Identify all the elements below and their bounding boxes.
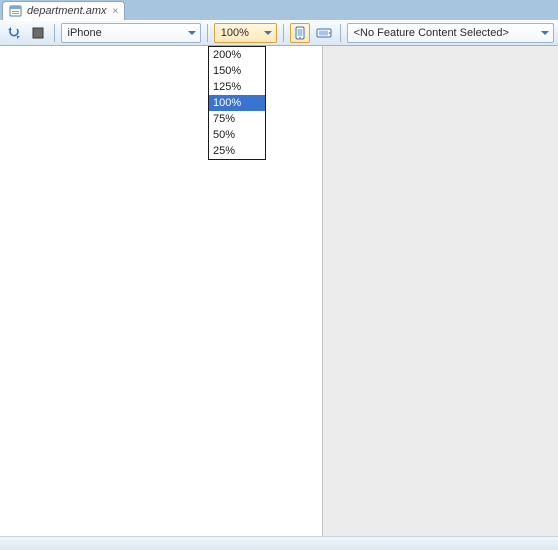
zoom-option[interactable]: 150% — [209, 63, 265, 79]
workspace: 200%150%125%100%75%50%25% — [0, 46, 558, 536]
orientation-portrait-button[interactable] — [290, 23, 310, 43]
zoom-option[interactable]: 25% — [209, 143, 265, 159]
orientation-landscape-button[interactable] — [314, 23, 334, 43]
editor-tab-department[interactable]: department.amx × — [2, 1, 125, 20]
feature-content-value: <No Feature Content Selected> — [354, 27, 509, 39]
chevron-down-icon — [541, 31, 549, 35]
chevron-down-icon — [188, 31, 196, 35]
zoom-option[interactable]: 100% — [209, 95, 265, 111]
device-select-value: iPhone — [68, 27, 102, 39]
status-bar — [0, 536, 558, 550]
toolbar-separator — [340, 24, 341, 42]
device-select[interactable]: iPhone — [61, 23, 201, 43]
zoom-dropdown[interactable]: 200%150%125%100%75%50%25% — [208, 46, 266, 160]
file-icon — [9, 4, 23, 18]
toolbar-separator — [207, 24, 208, 42]
close-icon[interactable]: × — [112, 6, 118, 17]
zoom-option[interactable]: 125% — [209, 79, 265, 95]
zoom-option[interactable]: 200% — [209, 47, 265, 63]
preview-canvas — [0, 46, 323, 536]
zoom-select-value: 100% — [221, 27, 249, 39]
toolbar-separator — [283, 24, 284, 42]
chevron-down-icon — [264, 31, 272, 35]
toolbar: iPhone 100% <No Feature Content Selected… — [0, 20, 558, 46]
refresh-button[interactable] — [4, 23, 24, 43]
zoom-option[interactable]: 50% — [209, 127, 265, 143]
feature-content-select[interactable]: <No Feature Content Selected> — [347, 23, 554, 43]
toolbar-separator — [54, 24, 55, 42]
tab-strip: department.amx × — [0, 0, 558, 20]
zoom-option[interactable]: 75% — [209, 111, 265, 127]
editor-tab-label: department.amx — [27, 5, 106, 17]
stop-button[interactable] — [28, 23, 48, 43]
zoom-select[interactable]: 100% — [214, 23, 277, 43]
